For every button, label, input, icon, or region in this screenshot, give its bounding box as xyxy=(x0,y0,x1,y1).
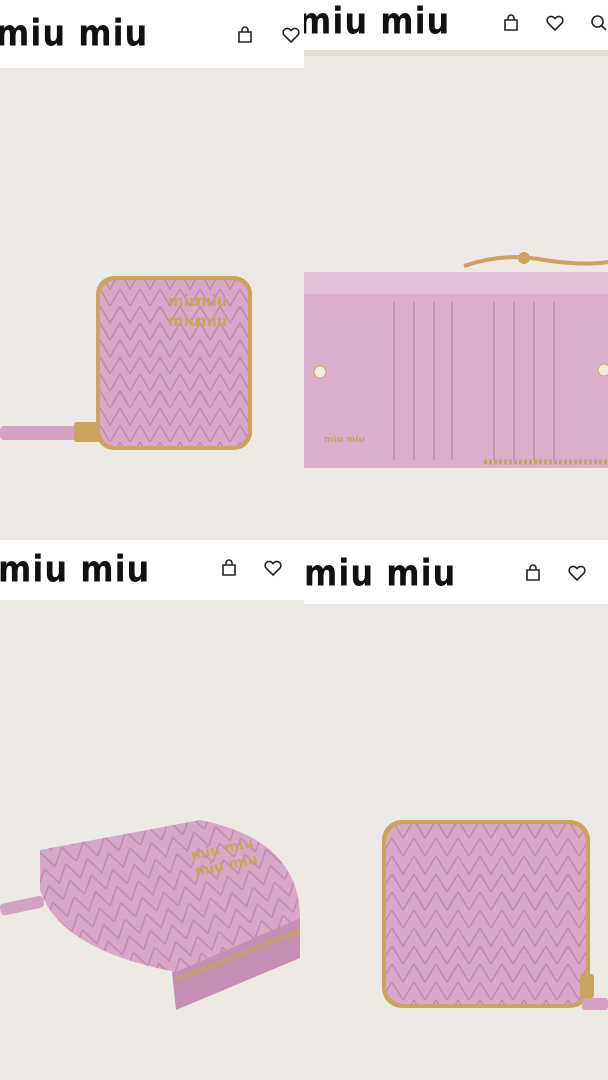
site-header: miu miu xyxy=(304,0,608,56)
wallet-logo-text: miu xyxy=(168,292,199,310)
inner-stamp-text: miu miu xyxy=(324,435,365,445)
site-header: miu miu xyxy=(0,540,304,600)
shopping-bag-icon[interactable] xyxy=(500,12,522,34)
brand-logo[interactable]: miu miu xyxy=(304,0,450,43)
heart-icon[interactable] xyxy=(262,557,284,579)
shopping-bag-icon[interactable] xyxy=(218,557,240,579)
product-image-panel-front: miu miu miu miu miu miu xyxy=(0,0,304,540)
product-photo-back xyxy=(304,604,608,1080)
product-image-panel-angled: miu miu miu miu miu miu xyxy=(0,540,304,1080)
heart-icon[interactable] xyxy=(544,12,566,34)
shopping-bag-icon[interactable] xyxy=(234,24,256,46)
svg-text:miu: miu xyxy=(196,312,227,330)
product-photo-interior: miu miu xyxy=(304,62,608,540)
brand-logo[interactable]: miu miu xyxy=(304,551,456,595)
product-photo-front: miu miu miu miu xyxy=(0,68,304,540)
product-photo-angled: miu miu miu miu xyxy=(0,600,304,1080)
brand-logo[interactable]: miu miu xyxy=(0,547,150,591)
svg-text:miu: miu xyxy=(168,312,199,330)
svg-text:miu: miu xyxy=(196,292,227,310)
brand-logo[interactable]: miu miu xyxy=(0,11,148,55)
site-header: miu miu xyxy=(304,540,608,604)
product-image-panel-interior: miu miu miu miu xyxy=(304,0,608,540)
site-header: miu miu xyxy=(0,0,304,68)
shopping-bag-icon[interactable] xyxy=(522,562,544,584)
heart-icon[interactable] xyxy=(280,24,302,46)
product-image-panel-back: miu miu xyxy=(304,540,608,1080)
heart-icon[interactable] xyxy=(566,562,588,584)
search-icon[interactable] xyxy=(588,12,608,34)
